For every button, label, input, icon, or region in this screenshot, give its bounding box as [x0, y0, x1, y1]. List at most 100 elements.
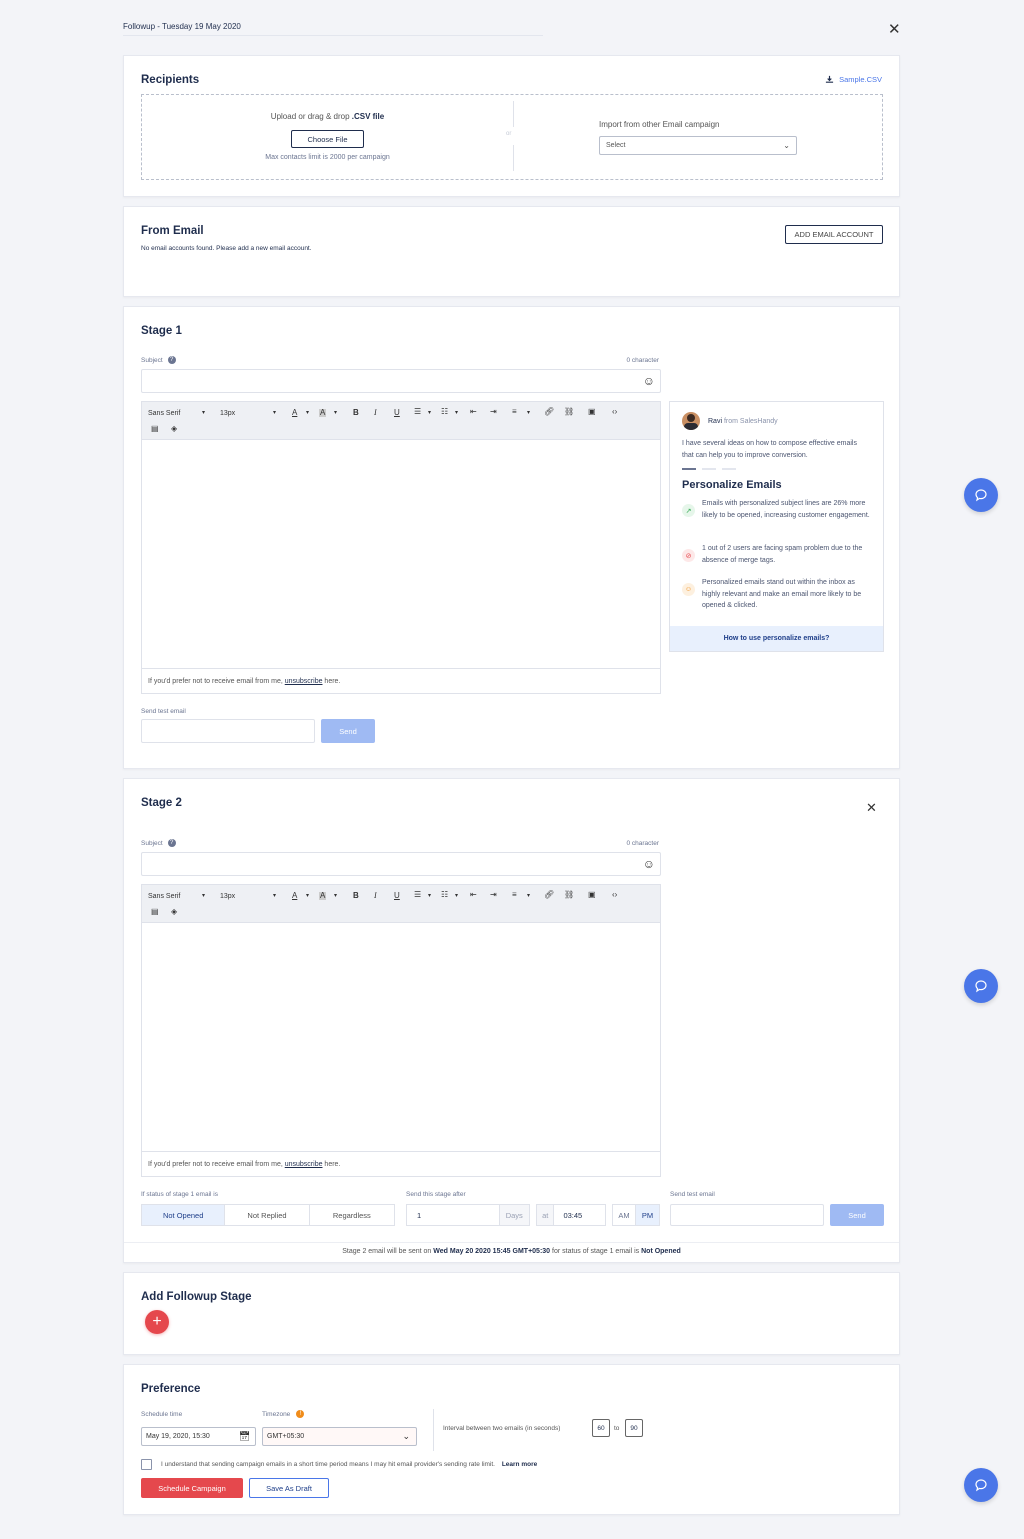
font-family-select[interactable]: Sans Serif — [148, 893, 180, 900]
status-segmented-control: Not Opened Not Replied Regardless — [141, 1204, 395, 1226]
numbered-list-icon[interactable]: ☷ — [441, 408, 448, 416]
days-unit: Days — [499, 1205, 529, 1225]
emoji-icon[interactable]: ☺ — [643, 857, 655, 871]
chevron-down-icon: ▾ — [202, 410, 206, 416]
upload-instruction: Upload or drag & drop .CSV file — [270, 112, 385, 121]
font-family-select[interactable]: Sans Serif — [148, 410, 180, 417]
help-icon[interactable]: ? — [167, 839, 176, 847]
import-campaign-select[interactable]: Select ⌄ — [599, 136, 797, 155]
chat-button[interactable] — [964, 969, 998, 1003]
template-icon[interactable]: ▤ — [151, 425, 159, 433]
carousel-dot[interactable] — [702, 468, 716, 470]
delay-days-input[interactable]: 1 — [407, 1205, 500, 1225]
outdent-icon[interactable]: ⇤ — [470, 891, 477, 899]
chat-button[interactable] — [964, 478, 998, 512]
unlink-icon[interactable]: ⛓︎ — [564, 891, 574, 899]
rate-limit-checkbox[interactable] — [141, 1459, 152, 1470]
tip-item: ↗ Emails with personalized subject lines… — [682, 498, 873, 521]
indent-icon[interactable]: ⇥ — [490, 891, 497, 899]
at-label: at — [537, 1205, 555, 1225]
font-size-select[interactable]: 13px — [220, 410, 235, 417]
text-color-icon[interactable]: A — [292, 892, 297, 900]
chevron-down-icon: ▾ — [306, 410, 310, 416]
status-option-not-replied[interactable]: Not Replied — [225, 1205, 310, 1225]
carousel-dot-active[interactable] — [682, 468, 696, 470]
add-email-account-button[interactable]: ADD EMAIL ACCOUNT — [785, 225, 883, 244]
font-size-select[interactable]: 13px — [220, 893, 235, 900]
header-bar: Followup - Tuesday 19 May 2020 — [123, 22, 543, 36]
test-email-input[interactable] — [670, 1204, 824, 1226]
close-icon[interactable]: ✕ — [888, 22, 901, 37]
text-color-icon[interactable]: A — [292, 409, 297, 417]
link-icon[interactable]: 🔗︎ — [544, 891, 554, 899]
bullet-list-icon[interactable]: ☰ — [414, 891, 421, 899]
status-label: If status of stage 1 email is — [141, 1191, 218, 1198]
chevron-down-icon: ▾ — [273, 410, 277, 416]
italic-icon[interactable]: I — [374, 892, 377, 900]
test-email-input[interactable] — [141, 719, 315, 743]
stage1-card: Stage 1 Subject ? 0 character ☺ Sans Ser… — [123, 306, 900, 769]
unsubscribe-link[interactable]: unsubscribe — [285, 1161, 323, 1168]
bold-icon[interactable]: B — [353, 409, 359, 417]
image-icon[interactable]: ▣ — [588, 891, 596, 899]
underline-icon[interactable]: U — [394, 409, 400, 417]
pm-option[interactable]: PM — [636, 1205, 659, 1225]
help-icon[interactable]: ? — [167, 356, 176, 364]
choose-file-button[interactable]: Choose File — [291, 130, 364, 148]
send-test-button[interactable]: Send — [830, 1204, 884, 1226]
layers-icon[interactable]: ◈ — [171, 908, 177, 916]
recipients-card: Recipients Sample.CSV Upload or drag & d… — [123, 55, 900, 197]
send-test-button[interactable]: Send — [321, 719, 375, 743]
layers-icon[interactable]: ◈ — [171, 425, 177, 433]
status-option-not-opened[interactable]: Not Opened — [142, 1205, 226, 1225]
status-option-regardless[interactable]: Regardless — [310, 1205, 394, 1225]
plus-icon: + — [152, 1313, 162, 1330]
align-icon[interactable]: ≡ — [512, 408, 517, 416]
code-icon[interactable]: ‹› — [612, 891, 617, 899]
time-input[interactable]: 03:45 — [554, 1205, 605, 1225]
link-icon[interactable]: 🔗︎ — [544, 408, 554, 416]
outdent-icon[interactable]: ⇤ — [470, 408, 477, 416]
upload-dropzone[interactable]: Upload or drag & drop .CSV file Choose F… — [141, 94, 883, 180]
subject-input[interactable]: ☺ — [141, 369, 661, 393]
schedule-campaign-button[interactable]: Schedule Campaign — [141, 1478, 243, 1498]
underline-icon[interactable]: U — [394, 892, 400, 900]
interval-min-input[interactable]: 60 — [592, 1419, 610, 1437]
email-editor[interactable]: Sans Serif ▾ 13px ▾ A ▾ A ▾ B I U ☰ ▾ ☷ … — [141, 884, 661, 1177]
image-icon[interactable]: ▣ — [588, 408, 596, 416]
save-draft-button[interactable]: Save As Draft — [249, 1478, 329, 1498]
template-icon[interactable]: ▤ — [151, 908, 159, 916]
timezone-select[interactable]: GMT+05:30 ⌄ — [262, 1427, 417, 1446]
remove-stage-icon[interactable]: ✕ — [866, 801, 877, 814]
italic-icon[interactable]: I — [374, 409, 377, 417]
sample-csv-link[interactable]: Sample.CSV — [825, 75, 882, 84]
schedule-time-label: Schedule time — [141, 1411, 183, 1418]
calendar-icon[interactable]: 📅︎ — [239, 1431, 250, 1442]
chat-button[interactable] — [964, 1468, 998, 1502]
subject-input[interactable]: ☺ — [141, 852, 661, 876]
or-label: or — [506, 131, 512, 137]
interval-max-input[interactable]: 90 — [625, 1419, 643, 1437]
bullet-list-icon[interactable]: ☰ — [414, 408, 421, 416]
email-editor[interactable]: Sans Serif ▾ 13px ▾ A ▾ A ▾ B I U ☰ ▾ ☷ … — [141, 401, 661, 694]
highlight-icon[interactable]: A — [319, 409, 327, 417]
unsubscribe-link[interactable]: unsubscribe — [285, 678, 323, 685]
schedule-time-input[interactable]: May 19, 2020, 15:30 📅︎ — [141, 1427, 256, 1446]
align-icon[interactable]: ≡ — [512, 891, 517, 899]
code-icon[interactable]: ‹› — [612, 408, 617, 416]
carousel-dot[interactable] — [722, 468, 736, 470]
highlight-icon[interactable]: A — [319, 892, 327, 900]
test-email-label: Send test email — [670, 1191, 715, 1198]
emoji-icon[interactable]: ☺ — [643, 374, 655, 388]
add-stage-button[interactable]: + — [145, 1310, 169, 1334]
am-option[interactable]: AM — [613, 1205, 637, 1225]
learn-more-link[interactable]: Learn more — [502, 1461, 537, 1468]
indent-icon[interactable]: ⇥ — [490, 408, 497, 416]
unlink-icon[interactable]: ⛓︎ — [564, 408, 574, 416]
numbered-list-icon[interactable]: ☷ — [441, 891, 448, 899]
tips-author: Ravi from SalesHandy — [708, 418, 778, 425]
chevron-down-icon: ▾ — [527, 410, 531, 416]
stage2-card: Stage 2 ✕ Subject ? 0 character ☺ Sans S… — [123, 778, 900, 1263]
personalize-help-link[interactable]: How to use personalize emails? — [670, 626, 883, 651]
bold-icon[interactable]: B — [353, 892, 359, 900]
